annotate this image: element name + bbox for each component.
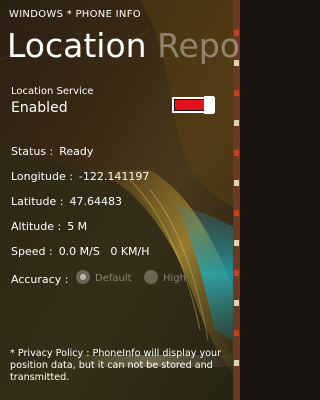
altitude-value: 5 M	[67, 220, 88, 233]
accuracy-default-radio[interactable]	[76, 270, 90, 284]
location-service-label: Location Service	[11, 86, 94, 97]
altitude-label: Altitude :	[11, 220, 62, 233]
pivot-item-next[interactable]: Repo	[157, 26, 240, 65]
status-value: Ready	[59, 145, 94, 158]
status-row: Status : Ready	[11, 145, 93, 158]
location-service-state: Enabled	[11, 100, 68, 116]
longitude-value: -122.141197	[78, 170, 150, 183]
speed-label: Speed :	[11, 245, 53, 258]
accuracy-label: Accuracy :	[11, 273, 69, 286]
longitude-row: Longitude : -122.141197	[11, 170, 149, 183]
pivot-header[interactable]: Location Repo	[7, 26, 240, 66]
privacy-policy-text: * Privacy Policy : PhoneInfo will displa…	[10, 348, 222, 383]
accuracy-default-label[interactable]: Default	[95, 273, 132, 284]
app-title: WINDOWS * PHONE INFO	[9, 9, 141, 20]
toggle-thumb[interactable]	[204, 96, 214, 114]
accuracy-high-label[interactable]: High	[163, 273, 186, 284]
latitude-row: Latitude : 47.64483	[11, 195, 122, 208]
latitude-value: 47.64483	[69, 195, 122, 208]
speed-row: Speed : 0.0 M/S 0 KM/H	[11, 245, 150, 258]
status-label: Status :	[11, 145, 54, 158]
toggle-fill	[175, 100, 204, 110]
pivot-item-location[interactable]: Location	[7, 26, 147, 65]
location-service-toggle[interactable]	[172, 96, 215, 114]
longitude-label: Longitude :	[11, 170, 73, 183]
altitude-row: Altitude : 5 M	[11, 220, 87, 233]
speed-value: 0.0 M/S 0 KM/H	[58, 245, 150, 258]
accuracy-high-radio[interactable]	[144, 270, 158, 284]
latitude-label: Latitude :	[11, 195, 64, 208]
